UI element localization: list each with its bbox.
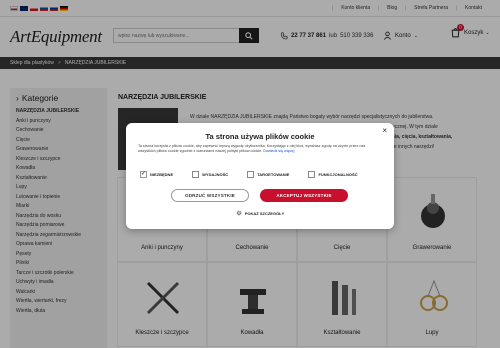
cookie-title: Ta strona używa plików cookie [205,132,315,141]
cookie-text: Ta strona korzysta z plików cookie, aby … [138,144,382,155]
reject-all-button[interactable]: ODRZUĆ WSZYSTKIE [171,189,249,202]
close-icon[interactable]: × [382,126,387,135]
checkbox-checked-icon [140,170,147,178]
details-label: POKAŻ SZCZEGÓŁY [244,210,285,216]
cookie-learn-more-link[interactable]: Dowiedz się więcej [263,149,294,153]
check-label: TARGETOWANIE [257,172,290,177]
checkbox-icon [308,171,316,178]
checkbox-icon [192,171,200,178]
accept-all-button[interactable]: AKCEPTUJ WSZYSTKIE [260,189,348,202]
cookie-categories: NIEZBĘDNE WYDAJNOŚĆ TARGETOWANIE FUNKCJO… [140,170,358,178]
gear-icon [236,210,241,216]
check-label: WYDAJNOŚĆ [202,172,229,177]
show-details-button[interactable]: POKAŻ SZCZEGÓŁY [126,210,394,216]
check-functionality[interactable]: FUNKCJONALNOŚĆ [308,171,358,178]
check-performance[interactable]: WYDAJNOŚĆ [192,171,228,178]
check-targeting[interactable]: TARGETOWANIE [247,171,289,178]
check-label: FUNKCJONALNOŚĆ [318,172,358,177]
check-necessary[interactable]: NIEZBĘDNE [140,170,174,178]
cookie-consent-dialog: Ta strona używa plików cookie × Ta stron… [126,123,394,229]
check-label: NIEZBĘDNE [150,172,174,177]
checkbox-icon [247,171,255,178]
cookie-body: Ta strona korzysta z plików cookie, aby … [138,144,366,154]
